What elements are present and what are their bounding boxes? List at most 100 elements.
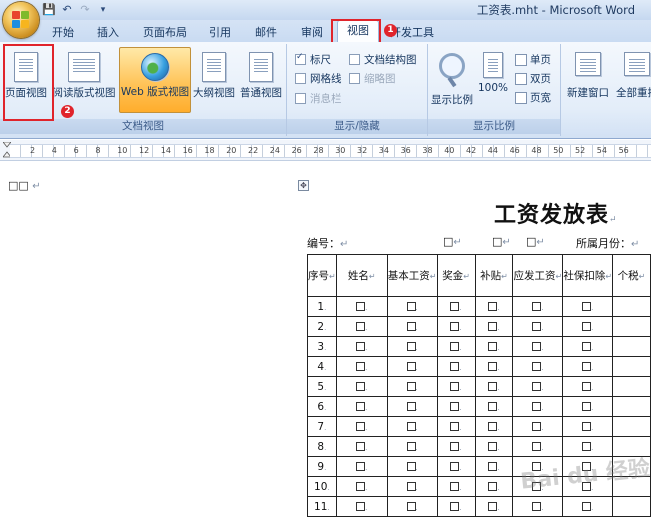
table-cell[interactable]: . [474, 436, 514, 457]
office-button[interactable] [3, 2, 39, 38]
document-page[interactable]: □□ ↵ ✥ 工资发放表↵ 编号：↵ □↵ □↵ □↵ 所属月份：↵ 序号↵ 姓名… [0, 161, 651, 518]
draft-button[interactable]: 普通视图 [238, 47, 284, 111]
table-cell[interactable] [612, 416, 651, 437]
table-cell[interactable]: . [436, 436, 476, 457]
table-cell[interactable]: . [386, 316, 438, 337]
table-cell[interactable]: . [474, 496, 514, 517]
tab-review[interactable]: 审阅 [301, 24, 323, 40]
table-cell[interactable] [612, 316, 651, 337]
table-cell[interactable]: 11. [307, 496, 337, 517]
table-cell[interactable]: 8. [307, 436, 337, 457]
table-cell[interactable]: . [386, 436, 438, 457]
document-map-checkbox[interactable]: 文档结构图 [349, 52, 417, 67]
table-cell[interactable]: . [562, 296, 614, 317]
tab-references[interactable]: 引用 [209, 24, 231, 40]
new-window-button[interactable]: 新建窗口 [565, 47, 611, 111]
table-cell[interactable]: . [474, 376, 514, 397]
table-cell[interactable]: . [335, 496, 388, 517]
table-cell[interactable]: . [436, 496, 476, 517]
table-cell[interactable]: . [474, 416, 514, 437]
table-cell[interactable]: . [436, 356, 476, 377]
message-bar-checkbox[interactable]: 消息栏 [295, 91, 342, 106]
table-move-handle-icon[interactable]: ✥ [298, 180, 309, 191]
table-cell[interactable]: . [436, 316, 476, 337]
table-cell[interactable]: 1. [307, 296, 337, 317]
table-cell[interactable]: . [474, 356, 514, 377]
table-cell[interactable] [612, 496, 651, 517]
table-cell[interactable]: . [436, 456, 476, 477]
table-cell[interactable]: . [386, 416, 438, 437]
one-page-button[interactable]: 单页 [515, 52, 551, 67]
table-cell[interactable]: . [562, 356, 614, 377]
table-cell[interactable]: . [386, 456, 438, 477]
table-cell[interactable]: . [386, 376, 438, 397]
table-cell[interactable]: . [562, 396, 614, 417]
table-cell[interactable]: . [512, 296, 564, 317]
tab-insert[interactable]: 插入 [97, 24, 119, 40]
undo-icon[interactable]: ↶ [60, 3, 74, 17]
table-cell[interactable]: . [436, 416, 476, 437]
redo-icon[interactable]: ↷ [78, 3, 92, 17]
table-cell[interactable]: . [562, 416, 614, 437]
table-header-cell[interactable]: 姓名↵ [335, 254, 388, 297]
table-cell[interactable]: 5. [307, 376, 337, 397]
table-cell[interactable]: 2. [307, 316, 337, 337]
table-cell[interactable]: 3. [307, 336, 337, 357]
table-header-cell[interactable]: 序号↵ [307, 254, 337, 297]
table-cell[interactable]: . [474, 296, 514, 317]
table-cell[interactable]: . [474, 336, 514, 357]
table-cell[interactable]: . [335, 316, 388, 337]
table-cell[interactable]: . [335, 416, 388, 437]
arrange-all-button[interactable]: 全部重排 [613, 47, 651, 111]
table-cell[interactable]: . [386, 396, 438, 417]
table-cell[interactable] [612, 396, 651, 417]
table-cell[interactable]: . [562, 336, 614, 357]
table-cell[interactable]: . [512, 496, 564, 517]
horizontal-ruler[interactable]: 2 4 6 8 10 12 14 16 18 20 22 24 26 28 30 32 34 36 38 40 42 44… [0, 140, 651, 161]
table-cell[interactable] [612, 376, 651, 397]
table-cell[interactable]: . [512, 336, 564, 357]
customize-qat-icon[interactable]: ▾ [96, 3, 110, 17]
page-width-button[interactable]: 页宽 [515, 90, 551, 105]
zoom-button[interactable]: 显示比例 [430, 47, 474, 111]
table-cell[interactable]: . [335, 476, 388, 497]
table-cell[interactable]: . [335, 296, 388, 317]
tab-mailings[interactable]: 邮件 [255, 24, 277, 40]
table-cell[interactable]: . [335, 376, 388, 397]
table-header-cell[interactable]: 社保扣除↵ [562, 254, 614, 297]
table-header-cell[interactable]: 基本工资↵ [386, 254, 438, 297]
table-cell[interactable] [612, 296, 651, 317]
thumbnails-checkbox[interactable]: 缩略图 [349, 71, 396, 86]
table-cell[interactable]: . [335, 356, 388, 377]
table-cell[interactable]: 4. [307, 356, 337, 377]
two-pages-button[interactable]: 双页 [515, 71, 551, 86]
table-cell[interactable]: 10. [307, 476, 337, 497]
table-cell[interactable]: . [562, 496, 614, 517]
table-cell[interactable]: 9. [307, 456, 337, 477]
web-layout-button[interactable]: Web 版式视图 [119, 47, 191, 113]
table-cell[interactable]: . [562, 436, 614, 457]
table-cell[interactable]: . [512, 416, 564, 437]
table-cell[interactable] [612, 356, 651, 377]
table-cell[interactable]: . [562, 316, 614, 337]
table-cell[interactable]: . [335, 396, 388, 417]
gridlines-checkbox[interactable]: 网格线 [295, 71, 342, 86]
table-cell[interactable]: . [386, 496, 438, 517]
table-cell[interactable]: 7. [307, 416, 337, 437]
table-cell[interactable]: . [512, 396, 564, 417]
tab-page-layout[interactable]: 页面布局 [143, 24, 187, 40]
full-screen-reading-button[interactable]: 阅读版式视图 [52, 47, 116, 111]
ruler-checkbox[interactable]: 标尺 [295, 52, 331, 67]
table-header-cell[interactable]: 应发工资↵ [512, 254, 564, 297]
table-cell[interactable]: . [386, 356, 438, 377]
table-cell[interactable]: . [335, 456, 388, 477]
table-cell[interactable]: . [386, 336, 438, 357]
table-cell[interactable]: . [335, 336, 388, 357]
table-cell[interactable]: . [512, 376, 564, 397]
table-cell[interactable]: . [474, 316, 514, 337]
table-cell[interactable]: . [436, 336, 476, 357]
save-icon[interactable]: 💾 [42, 3, 56, 17]
table-cell[interactable]: . [512, 356, 564, 377]
table-cell[interactable]: . [386, 476, 438, 497]
table-cell[interactable]: . [436, 396, 476, 417]
